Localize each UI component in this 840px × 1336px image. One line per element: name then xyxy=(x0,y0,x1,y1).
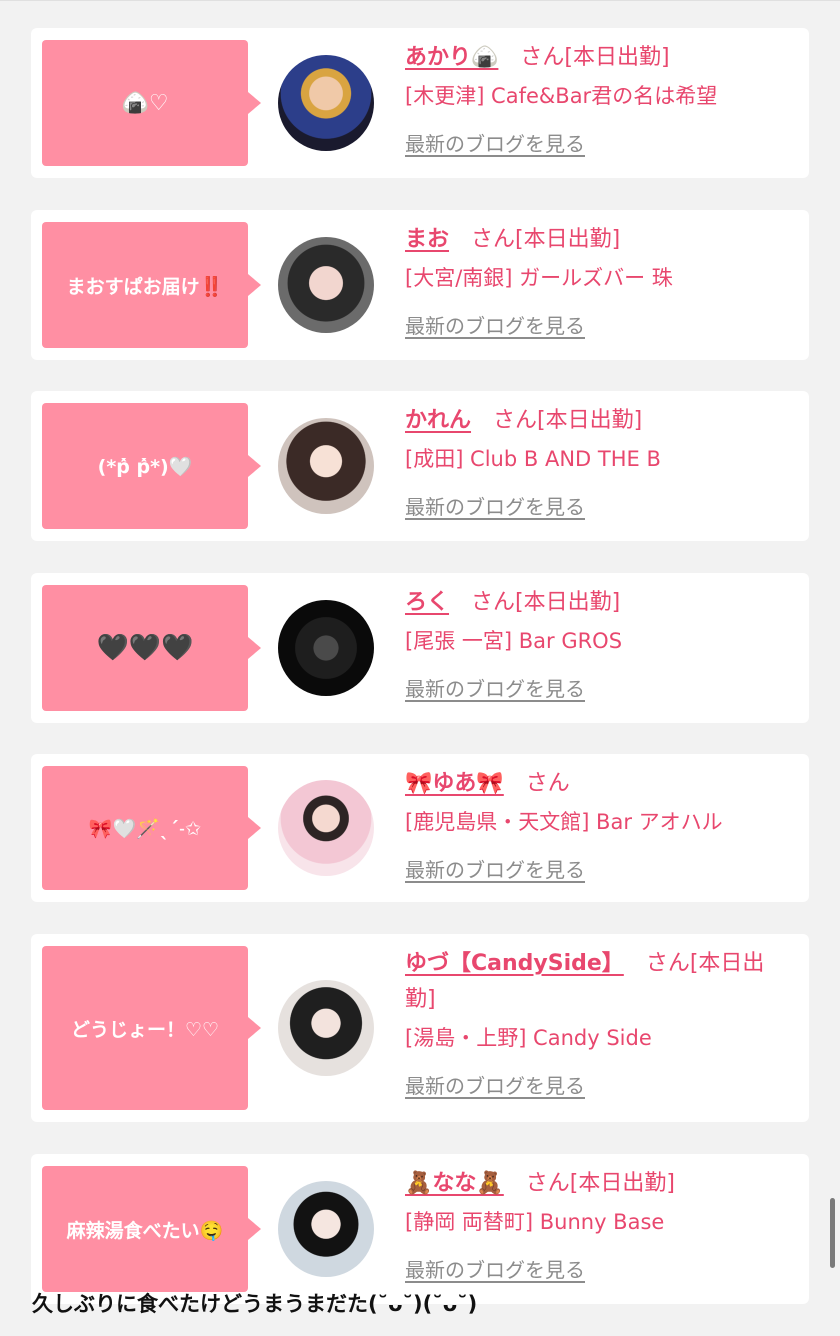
blog-link[interactable]: 最新のブログを見る xyxy=(405,491,585,523)
cast-card: どうじょー！♡♡ ゆづ【CandySide】 さん[本日出勤] [湯島・上野] C… xyxy=(31,934,809,1122)
shop-name: [大宮/南銀] ガールズバー 珠 xyxy=(405,266,673,290)
shop-name: [鹿児島県・天文館] Bar アオハル xyxy=(405,810,723,834)
message-bubble[interactable]: どうじょー！♡♡ xyxy=(42,946,261,1110)
avatar[interactable] xyxy=(278,780,374,876)
cast-status: さん[本日出勤] xyxy=(471,227,621,252)
blog-link[interactable]: 最新のブログを見る xyxy=(405,673,585,705)
avatar[interactable] xyxy=(278,980,374,1076)
shop-name: [木更津] Cafe&Bar君の名は希望 xyxy=(405,84,718,108)
message-text: (*ṕ̀ ṕ̀*)🤍 xyxy=(97,455,193,478)
cast-name-link[interactable]: まお xyxy=(405,227,449,252)
message-text: 麻辣湯食べたい🤤 xyxy=(66,1219,224,1242)
message-text: 🎀🤍🪄ˎˊ˗✩ xyxy=(88,817,202,840)
blog-link[interactable]: 最新のブログを見る xyxy=(405,1254,585,1286)
top-divider xyxy=(0,0,840,1)
shop-name: [成田] Club B AND THE B xyxy=(405,447,661,471)
message-bubble[interactable]: 🖤🖤🖤 xyxy=(42,585,261,711)
blog-link[interactable]: 最新のブログを見る xyxy=(405,1070,585,1102)
avatar[interactable] xyxy=(278,1181,374,1277)
cast-name-link[interactable]: かれん xyxy=(405,408,471,433)
message-bubble[interactable]: 🎀🤍🪄ˎˊ˗✩ xyxy=(42,766,261,890)
cast-status: さん[本日出勤] xyxy=(520,45,670,70)
cast-card: まおすぱお届け‼️ まお さん[本日出勤] [大宮/南銀] ガールズバー 珠 最新… xyxy=(31,210,809,360)
message-text: どうじょー！♡♡ xyxy=(70,1018,220,1041)
avatar[interactable] xyxy=(278,237,374,333)
scrollbar[interactable] xyxy=(830,1198,835,1268)
cast-card: 🍙♡ あかり🍙 さん[本日出勤] [木更津] Cafe&Bar君の名は希望 最新の… xyxy=(31,28,809,178)
message-text: まおすぱお届け‼️ xyxy=(66,275,224,298)
cast-name-link[interactable]: 🧸なな🧸 xyxy=(405,1171,504,1196)
message-bubble[interactable]: (*ṕ̀ ṕ̀*)🤍 xyxy=(42,403,261,529)
cast-card: 🎀🤍🪄ˎˊ˗✩ 🎀ゆあ🎀 さん [鹿児島県・天文館] Bar アオハル 最新のブロ… xyxy=(31,754,809,902)
blog-link[interactable]: 最新のブログを見る xyxy=(405,310,585,342)
cast-card: (*ṕ̀ ṕ̀*)🤍 かれん さん[本日出勤] [成田] Club B AND T… xyxy=(31,391,809,541)
cast-status: さん[本日出勤] xyxy=(493,408,643,433)
avatar[interactable] xyxy=(278,55,374,151)
caption-text: 久しぶりに食べたけどうまうまだた(˘ᴗ˘)(˘ᴗ˘) xyxy=(32,1292,478,1316)
cast-name-link[interactable]: 🎀ゆあ🎀 xyxy=(405,771,504,796)
message-bubble[interactable]: 🍙♡ xyxy=(42,40,261,166)
cast-card: 麻辣湯食べたい🤤 🧸なな🧸 さん[本日出勤] [静岡 両替町] Bunny Bas… xyxy=(31,1154,809,1304)
message-bubble[interactable]: まおすぱお届け‼️ xyxy=(42,222,261,348)
cast-status: さん[本日出勤] xyxy=(525,1171,675,1196)
blog-link[interactable]: 最新のブログを見る xyxy=(405,854,585,886)
cast-status: さん[本日出勤] xyxy=(471,590,621,615)
cast-name-link[interactable]: あかり🍙 xyxy=(405,45,498,70)
cast-name-link[interactable]: ろく xyxy=(405,590,449,615)
message-bubble[interactable]: 麻辣湯食べたい🤤 xyxy=(42,1166,261,1292)
blog-link[interactable]: 最新のブログを見る xyxy=(405,128,585,160)
cast-name-link[interactable]: ゆづ【CandySide】 xyxy=(405,951,624,976)
avatar[interactable] xyxy=(278,418,374,514)
shop-name: [静岡 両替町] Bunny Base xyxy=(405,1210,665,1234)
cast-card: 🖤🖤🖤 ろく さん[本日出勤] [尾張 一宮] Bar GROS 最新のブログを見… xyxy=(31,573,809,723)
shop-name: [湯島・上野] Candy Side xyxy=(405,1026,652,1050)
avatar[interactable] xyxy=(278,600,374,696)
message-text: 🍙♡ xyxy=(121,90,169,116)
message-text: 🖤🖤🖤 xyxy=(96,633,194,663)
shop-name: [尾張 一宮] Bar GROS xyxy=(405,629,623,653)
cast-status: さん xyxy=(525,771,570,796)
